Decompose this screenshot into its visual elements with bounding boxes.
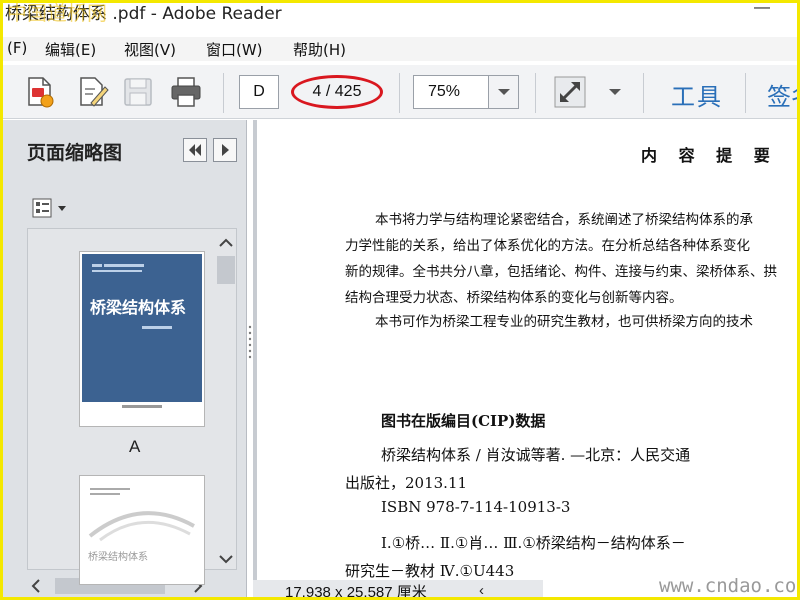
expand-panel-button[interactable] [213, 138, 237, 162]
summary-line: 结构合理受力状态、桥梁结构体系的变化与创新等内容。 [345, 290, 683, 306]
scrollbar-thumb[interactable] [217, 256, 235, 284]
toolbar-separator [643, 73, 644, 113]
cover-title: 桥梁结构体系 [90, 298, 187, 317]
chevron-down-icon [498, 89, 510, 95]
summary-heading: 内 容 提 要 [641, 146, 778, 165]
page-thumbnail[interactable]: 桥梁结构体系 [79, 251, 205, 427]
save-icon[interactable] [121, 75, 155, 109]
cip-line: Ⅰ.①桥… Ⅱ.①肖… Ⅲ.①桥梁结构－结构体系－ [381, 534, 686, 552]
fullscreen-icon[interactable] [553, 75, 587, 109]
vertical-scrollbar[interactable] [213, 234, 239, 568]
cover-title: 桥梁结构体系 [88, 552, 148, 563]
menu-edit[interactable]: 编辑(E) [45, 39, 96, 60]
cip-line: 桥梁结构体系 / 肖汝诚等著. —北京：人民交通 [381, 446, 691, 464]
zoom-dropdown-button[interactable] [488, 76, 518, 108]
menu-file[interactable]: (F) [7, 39, 27, 57]
status-bar: 17.938 x 25.587 厘米 [253, 580, 543, 600]
top-watermark: 中国道桥网 [7, 1, 107, 25]
summary-line: 新的规律。全书共分八章，包括绪论、构件、连接与约束、梁桥体系、拱 [345, 264, 777, 280]
page-thumbnail[interactable]: 桥梁结构体系 [79, 475, 205, 585]
app-window: 桥梁结构体系 .pdf - Adobe Reader 中国道桥网 — (F) 编… [0, 0, 800, 600]
summary-line: 本书将力学与结构理论紧密结合，系统阐述了桥梁结构体系的承 [375, 212, 753, 228]
toolbar: D 4 / 425 75% 工具 签名 [3, 65, 797, 119]
summary-line: 力学性能的关系，给出了体系优化的方法。在分析总结各种体系变化 [345, 238, 750, 254]
summary-line: 本书可作为桥梁工程专业的研究生教材，也可供桥梁方向的技术 [375, 314, 753, 330]
menu-view[interactable]: 视图(V) [124, 39, 176, 60]
menu-help[interactable]: 帮助(H) [293, 39, 346, 60]
highlight-circle-annotation [291, 75, 383, 109]
cip-line: 研究生－教材 Ⅳ.①U443 [345, 562, 515, 580]
collapse-panel-button[interactable] [183, 138, 207, 162]
print-icon[interactable] [169, 75, 203, 109]
document-view[interactable]: 内 容 提 要 本书将力学与结构理论紧密结合，系统阐述了桥梁结构体系的承 力学性… [253, 120, 797, 597]
toolbar-separator [745, 73, 746, 113]
toolbar-separator [223, 73, 224, 113]
thumbnail-options-icon[interactable] [31, 196, 71, 220]
sign-button[interactable]: 签名 [767, 77, 797, 112]
more-tools-arrow-icon[interactable] [609, 89, 621, 95]
zoom-value: 75% [428, 83, 461, 100]
panel-splitter[interactable] [248, 323, 252, 359]
toolbar-separator [535, 73, 536, 113]
toolbar-separator [399, 73, 400, 113]
create-pdf-icon[interactable] [23, 75, 57, 109]
menu-window[interactable]: 窗口(W) [206, 39, 263, 60]
edit-document-icon[interactable] [75, 75, 109, 109]
page-size-readout: 17.938 x 25.587 厘米 [285, 584, 427, 600]
cip-line: ISBN 978-7-114-10913-3 [381, 498, 571, 516]
panel-title: 页面缩略图 [27, 142, 123, 164]
title-bar: 桥梁结构体系 .pdf - Adobe Reader 中国道桥网 — [3, 3, 797, 27]
scroll-left-icon[interactable]: ‹ [479, 582, 484, 597]
page-edge [253, 120, 257, 597]
site-watermark: www.cndao.com [659, 575, 800, 597]
book-cover: 桥梁结构体系 [82, 254, 202, 414]
page-mode-box[interactable]: D [239, 75, 279, 109]
tools-button[interactable]: 工具 [671, 77, 723, 112]
minimize-button[interactable]: — [751, 3, 773, 21]
zoom-select[interactable]: 75% [413, 75, 519, 109]
cip-line: 出版社，2013.11 [345, 474, 468, 492]
cip-heading: 图书在版编目(CIP)数据 [381, 412, 546, 430]
menu-bar: (F) 编辑(E) 视图(V) 窗口(W) 帮助(H) [3, 37, 797, 61]
thumbnail-page-label: A [129, 437, 141, 456]
